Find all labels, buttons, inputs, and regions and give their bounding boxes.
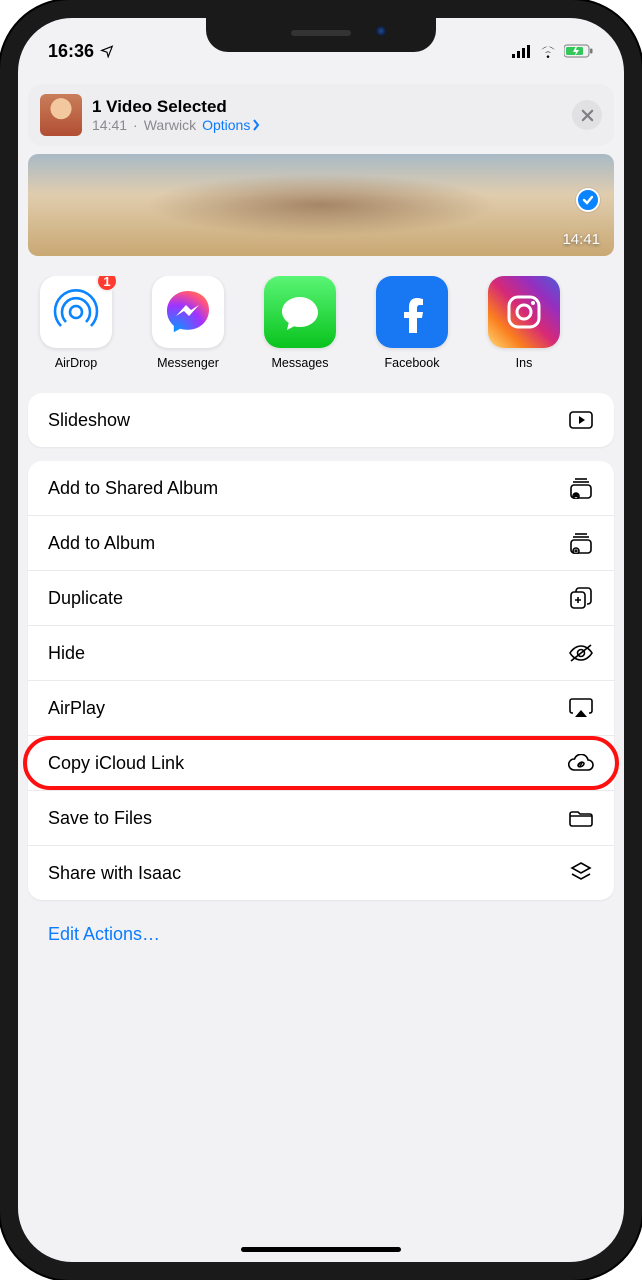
action-save-to-files[interactable]: Save to Files bbox=[28, 791, 614, 846]
messenger-icon bbox=[152, 276, 224, 348]
airdrop-icon: 1 bbox=[40, 276, 112, 348]
selected-video-preview[interactable]: 14:41 bbox=[28, 154, 614, 256]
location-icon bbox=[100, 44, 114, 58]
action-copy-icloud-link[interactable]: Copy iCloud Link bbox=[28, 736, 614, 791]
instagram-label: Ins bbox=[482, 356, 566, 371]
action-label: Save to Files bbox=[48, 808, 152, 829]
action-label: Share with Isaac bbox=[48, 863, 181, 884]
app-messenger[interactable]: Messenger bbox=[146, 276, 230, 371]
app-facebook[interactable]: Facebook bbox=[370, 276, 454, 371]
play-rect-icon bbox=[568, 409, 594, 431]
app-messages[interactable]: Messages bbox=[258, 276, 342, 371]
screen: 16:36 1 Video Selected 14:41 · Warwick bbox=[18, 18, 624, 1262]
hide-icon bbox=[568, 642, 594, 664]
messages-label: Messages bbox=[258, 356, 342, 371]
status-time: 16:36 bbox=[48, 41, 94, 62]
header-subtitle: 14:41 · Warwick Options bbox=[92, 117, 562, 133]
add-album-icon bbox=[568, 532, 594, 554]
action-label: AirPlay bbox=[48, 698, 105, 719]
messages-icon bbox=[264, 276, 336, 348]
notch bbox=[206, 18, 436, 52]
instagram-icon bbox=[488, 276, 560, 348]
options-button[interactable]: Options bbox=[202, 117, 260, 133]
facebook-icon bbox=[376, 276, 448, 348]
action-label: Add to Album bbox=[48, 533, 155, 554]
cellular-icon bbox=[512, 44, 532, 58]
app-instagram[interactable]: Ins bbox=[482, 276, 566, 371]
action-share-with-contact[interactable]: Share with Isaac bbox=[28, 846, 614, 900]
facebook-label: Facebook bbox=[370, 356, 454, 371]
shared-album-icon bbox=[568, 477, 594, 499]
action-label: Copy iCloud Link bbox=[48, 753, 184, 774]
action-label: Hide bbox=[48, 643, 85, 664]
wifi-icon bbox=[538, 44, 558, 58]
action-label: Slideshow bbox=[48, 410, 130, 431]
edit-actions-button[interactable]: Edit Actions… bbox=[28, 914, 614, 945]
header-title: 1 Video Selected bbox=[92, 97, 562, 117]
status-indicators bbox=[512, 44, 594, 58]
share-header: 1 Video Selected 14:41 · Warwick Options bbox=[28, 84, 614, 146]
duplicate-icon bbox=[568, 587, 594, 609]
messenger-label: Messenger bbox=[146, 356, 230, 371]
airdrop-badge: 1 bbox=[96, 276, 118, 292]
icloud-link-icon bbox=[568, 752, 594, 774]
selected-checkmark bbox=[576, 188, 600, 212]
close-button[interactable] bbox=[572, 100, 602, 130]
home-indicator[interactable] bbox=[241, 1247, 401, 1252]
share-sheet: 1 Video Selected 14:41 · Warwick Options bbox=[18, 84, 624, 1262]
check-icon bbox=[581, 193, 595, 207]
action-label: Duplicate bbox=[48, 588, 123, 609]
action-hide[interactable]: Hide bbox=[28, 626, 614, 681]
app-airdrop[interactable]: 1 AirDrop bbox=[34, 276, 118, 371]
share-apps-row[interactable]: 1 AirDrop Messenger Messages bbox=[28, 276, 614, 393]
video-thumbnail bbox=[40, 94, 82, 136]
device-frame: 16:36 1 Video Selected 14:41 · Warwick bbox=[0, 0, 642, 1280]
action-airplay[interactable]: AirPlay bbox=[28, 681, 614, 736]
status-time-group: 16:36 bbox=[48, 41, 114, 62]
action-add-album[interactable]: Add to Album bbox=[28, 516, 614, 571]
chevron-right-icon bbox=[252, 119, 260, 131]
header-location: Warwick bbox=[144, 117, 196, 133]
action-group-2: Add to Shared Album Add to Album Duplica… bbox=[28, 461, 614, 900]
header-text: 1 Video Selected 14:41 · Warwick Options bbox=[92, 97, 562, 133]
video-duration: 14:41 bbox=[562, 231, 600, 248]
airdrop-label: AirDrop bbox=[34, 356, 118, 371]
header-time: 14:41 bbox=[92, 117, 127, 133]
battery-icon bbox=[564, 44, 594, 58]
action-group-1: Slideshow bbox=[28, 393, 614, 447]
action-add-shared-album[interactable]: Add to Shared Album bbox=[28, 461, 614, 516]
action-duplicate[interactable]: Duplicate bbox=[28, 571, 614, 626]
close-icon bbox=[581, 109, 594, 122]
folder-icon bbox=[568, 807, 594, 829]
action-slideshow[interactable]: Slideshow bbox=[28, 393, 614, 447]
action-label: Add to Shared Album bbox=[48, 478, 218, 499]
shortcuts-icon bbox=[568, 862, 594, 884]
airplay-icon bbox=[568, 697, 594, 719]
